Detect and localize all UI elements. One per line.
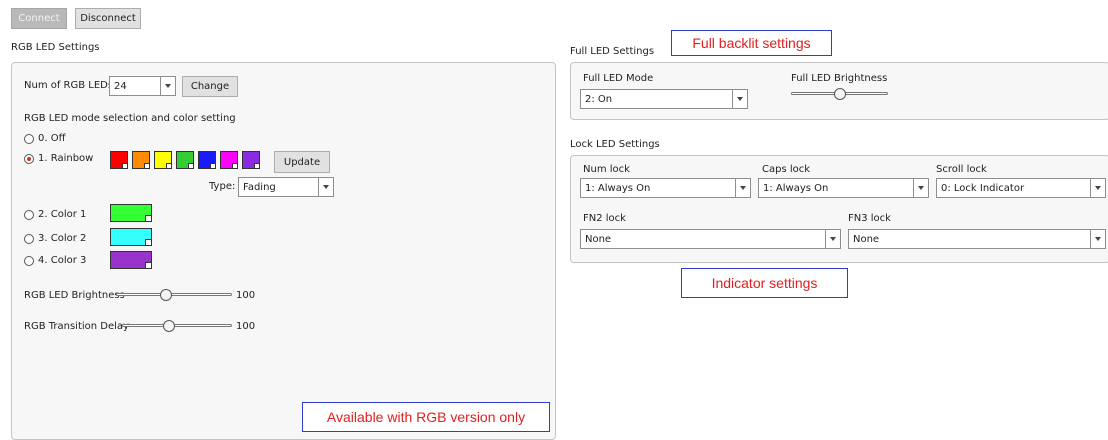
rgb-delay-value: 100 [236,321,256,332]
chevron-down-icon [318,178,333,196]
full-brightness-slider[interactable] [791,88,888,100]
radio-mode-rainbow[interactable] [24,154,34,164]
num-rgb-leds-label: Num of RGB LEDs [24,80,114,91]
full-mode-value: 2: On [585,93,613,105]
indicator-annotation: Indicator settings [681,268,848,298]
rainbow-color-swatch[interactable] [242,151,260,169]
caps-lock-select[interactable]: 1: Always On [758,178,929,198]
color3-swatch[interactable] [110,251,152,269]
chevron-down-icon [1090,179,1105,197]
rgb-brightness-value: 100 [236,290,256,301]
rgb-mode-heading: RGB LED mode selection and color setting [24,113,236,124]
fn2-lock-select[interactable]: None [580,229,841,249]
radio-mode-off[interactable] [24,134,34,144]
chevron-down-icon [160,77,175,95]
caps-lock-value: 1: Always On [763,182,829,194]
disconnect-button[interactable]: Disconnect [75,8,141,29]
num-rgb-leds-select[interactable]: 24 [109,76,176,96]
fn3-lock-label: FN3 lock [848,213,891,224]
full-mode-label: Full LED Mode [583,73,654,84]
rgb-only-annotation: Available with RGB version only [302,402,550,432]
fn2-lock-value: None [585,233,612,245]
type-label: Type: [209,181,236,192]
fn3-lock-value: None [853,233,880,245]
chevron-down-icon [913,179,928,197]
slider-thumb[interactable] [834,88,846,100]
slider-track [116,293,232,296]
rgb-brightness-label: RGB LED Brightness [24,290,125,301]
scroll-lock-select[interactable]: 0: Lock Indicator [936,178,1106,198]
rainbow-color-swatch[interactable] [176,151,194,169]
chevron-down-icon [825,230,840,248]
radio-mode-color2[interactable] [24,234,34,244]
connect-button[interactable]: Connect [11,8,67,29]
num-lock-value: 1: Always On [585,182,651,194]
slider-thumb[interactable] [160,289,172,301]
radio-mode-color3[interactable] [24,256,34,266]
type-select[interactable]: Fading [238,177,334,197]
rainbow-color-swatch[interactable] [198,151,216,169]
full-backlit-annotation: Full backlit settings [671,30,832,56]
chevron-down-icon [732,90,747,108]
caps-lock-label: Caps lock [762,164,811,175]
full-mode-select[interactable]: 2: On [580,89,748,109]
mode-rainbow-label: 1. Rainbow [38,153,94,164]
color1-swatch[interactable] [110,204,152,222]
mode-off-label: 0. Off [38,133,66,144]
full-brightness-label: Full LED Brightness [791,73,888,84]
rgb-delay-slider[interactable] [122,320,232,332]
color2-swatch[interactable] [110,228,152,246]
rgb-brightness-slider[interactable] [116,289,232,301]
scroll-lock-value: 0: Lock Indicator [941,182,1025,194]
num-lock-select[interactable]: 1: Always On [580,178,751,198]
slider-track [122,324,232,327]
scroll-lock-label: Scroll lock [936,164,987,175]
rgb-delay-label: RGB Transition Delay [24,321,129,332]
fn3-lock-select[interactable]: None [848,229,1106,249]
rainbow-color-swatch[interactable] [110,151,128,169]
num-lock-label: Num lock [583,164,630,175]
mode-color3-label: 4. Color 3 [38,255,87,266]
chevron-down-icon [735,179,750,197]
rainbow-color-swatch[interactable] [220,151,238,169]
radio-mode-color1[interactable] [24,210,34,220]
full-group-title: Full LED Settings [570,46,655,57]
chevron-down-icon [1090,230,1105,248]
update-button[interactable]: Update [274,151,330,173]
rainbow-color-swatch[interactable] [132,151,150,169]
lock-group-title: Lock LED Settings [570,139,660,150]
type-value: Fading [243,181,276,193]
change-button[interactable]: Change [182,76,238,97]
num-rgb-leds-value: 24 [114,80,127,92]
mode-color1-label: 2. Color 1 [38,209,87,220]
rainbow-color-swatch[interactable] [154,151,172,169]
slider-thumb[interactable] [163,320,175,332]
rgb-group-title: RGB LED Settings [11,42,100,53]
fn2-lock-label: FN2 lock [583,213,626,224]
mode-color2-label: 3. Color 2 [38,233,87,244]
